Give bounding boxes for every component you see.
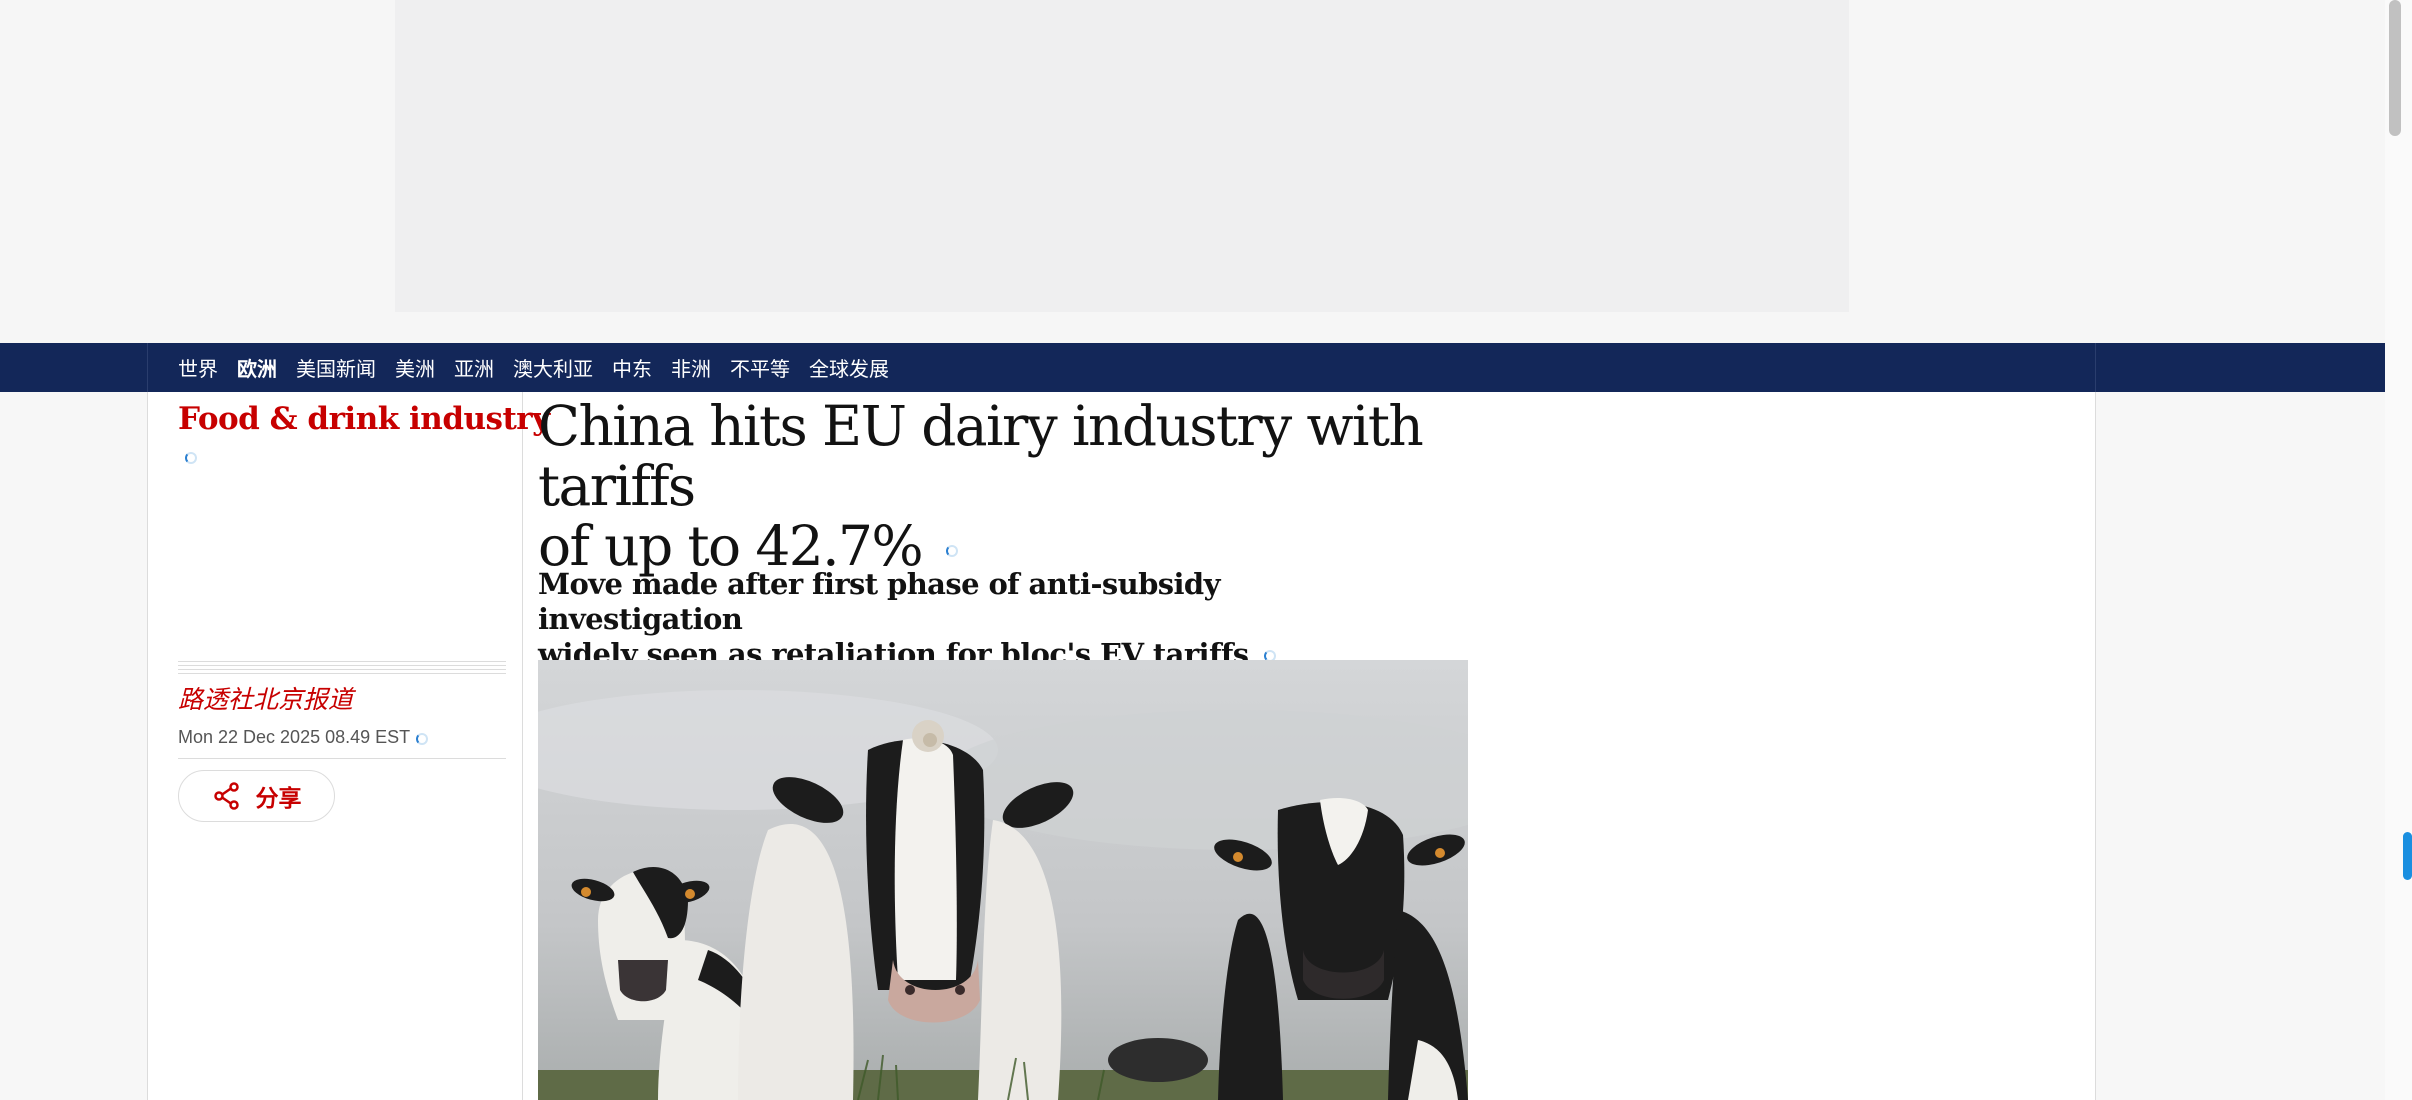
section-nav-items: 世界 欧洲 美国新闻 美洲 亚洲 澳大利亚 中东 非洲 不平等 全球发展: [178, 343, 889, 392]
nav-item-global-development[interactable]: 全球发展: [809, 353, 889, 382]
advertisement-slot: [395, 0, 1849, 312]
nav-item-middle-east[interactable]: 中东: [612, 353, 652, 382]
section-label-link[interactable]: Food & drink industry: [178, 401, 550, 437]
byline: 路透社北京报道: [178, 685, 354, 714]
cows-photo: [538, 660, 1468, 1100]
loading-spinner-icon: [945, 545, 958, 557]
column-divider-outer-left: [147, 392, 148, 1100]
loading-spinner-icon: [416, 733, 428, 745]
article-standfirst: Move made after first phase of anti-subs…: [538, 567, 1338, 672]
nav-divider-right: [2095, 343, 2096, 392]
nav-item-australia[interactable]: 澳大利亚: [513, 353, 593, 382]
nav-item-asia[interactable]: 亚洲: [454, 353, 494, 382]
nav-item-americas[interactable]: 美洲: [395, 353, 435, 382]
column-divider-left: [522, 392, 523, 1100]
nav-divider-left: [147, 343, 148, 392]
nav-item-world[interactable]: 世界: [178, 353, 218, 382]
loading-spinner-icon: [185, 452, 197, 464]
meta-divider: [178, 758, 506, 759]
article-main-image[interactable]: [538, 660, 1468, 1100]
share-icon: [213, 782, 239, 810]
section-nav-bar: 世界 欧洲 美国新闻 美洲 亚洲 澳大利亚 中东 非洲 不平等 全球发展: [0, 343, 2385, 392]
article-headline: China hits EU dairy industry with tariff…: [538, 396, 1478, 576]
standfirst-line-1: Move made after first phase of anti-subs…: [538, 567, 1220, 636]
nav-item-us-news[interactable]: 美国新闻: [296, 353, 376, 382]
top-ad-band: [0, 0, 2385, 343]
scrollbar-thumb[interactable]: [2389, 0, 2401, 136]
column-divider-right: [2095, 392, 2096, 1100]
share-label: 分享: [255, 786, 302, 812]
share-button[interactable]: 分享: [178, 770, 335, 822]
nav-item-inequality[interactable]: 不平等: [730, 353, 790, 382]
page-scrollbar[interactable]: [2385, 0, 2412, 1100]
nav-item-africa[interactable]: 非洲: [671, 353, 711, 382]
headline-line-1: China hits EU dairy industry with tariff…: [538, 394, 1424, 518]
article-dateline: Mon 22 Dec 2025 08.49 EST: [178, 727, 411, 747]
meta-rule-lines: [178, 661, 506, 677]
scroll-position-marker: [2403, 832, 2412, 880]
nav-item-europe[interactable]: 欧洲: [237, 353, 277, 382]
